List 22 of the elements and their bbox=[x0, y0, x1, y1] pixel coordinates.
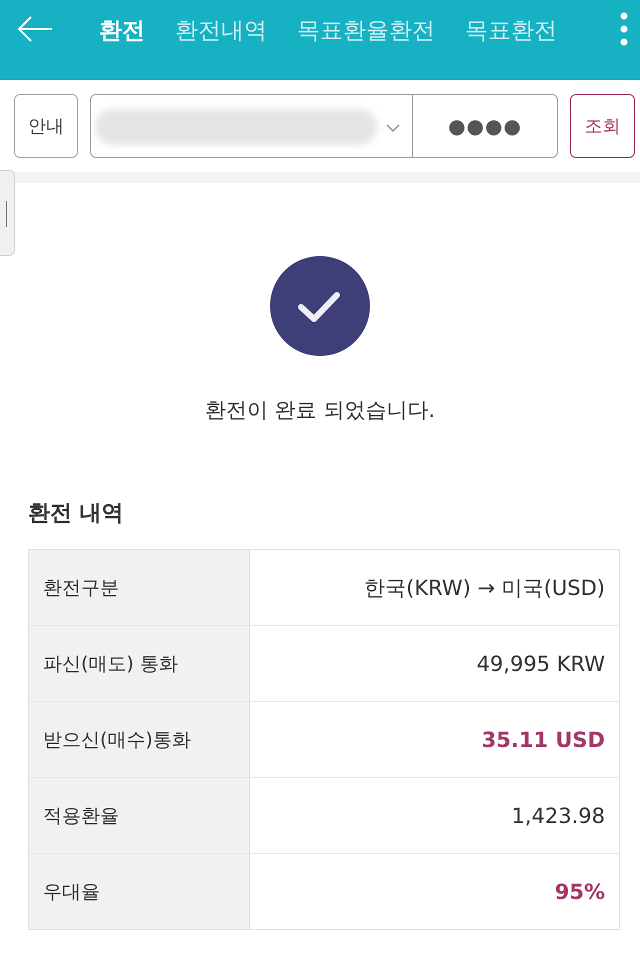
back-arrow-icon[interactable] bbox=[17, 15, 53, 43]
row-value: 49,995 KRW bbox=[476, 650, 606, 678]
side-drawer-handle[interactable] bbox=[0, 170, 15, 256]
row-label: 파신(매도) 통화 bbox=[29, 626, 250, 701]
row-label: 환전구분 bbox=[29, 550, 250, 625]
row-value: 1,423.98 bbox=[510, 802, 606, 830]
completion-message: 환전이 완료 되었습니다. bbox=[204, 397, 436, 424]
nav-tab[interactable]: 목표환전 bbox=[465, 14, 557, 46]
nav-tab[interactable]: 목표환율환전 bbox=[297, 14, 435, 46]
guide-button[interactable]: 안내 bbox=[14, 94, 78, 158]
row-label: 적용환율 bbox=[29, 778, 250, 853]
row-label: 받으신(매수)통화 bbox=[29, 702, 250, 777]
nav-tab[interactable]: 환전내역 bbox=[175, 14, 267, 46]
more-menu-icon[interactable] bbox=[620, 12, 628, 46]
row-label: 우대율 bbox=[29, 854, 250, 929]
section-title: 환전 내역 bbox=[28, 500, 124, 528]
row-value: 95% bbox=[554, 878, 606, 906]
row-value: 35.11 USD bbox=[480, 726, 606, 754]
search-button[interactable]: 조회 bbox=[570, 94, 635, 158]
check-circle-icon bbox=[270, 256, 370, 356]
row-value: 한국(KRW) → 미국(USD) bbox=[363, 574, 606, 602]
nav-tab[interactable]: 환전 bbox=[99, 14, 145, 46]
